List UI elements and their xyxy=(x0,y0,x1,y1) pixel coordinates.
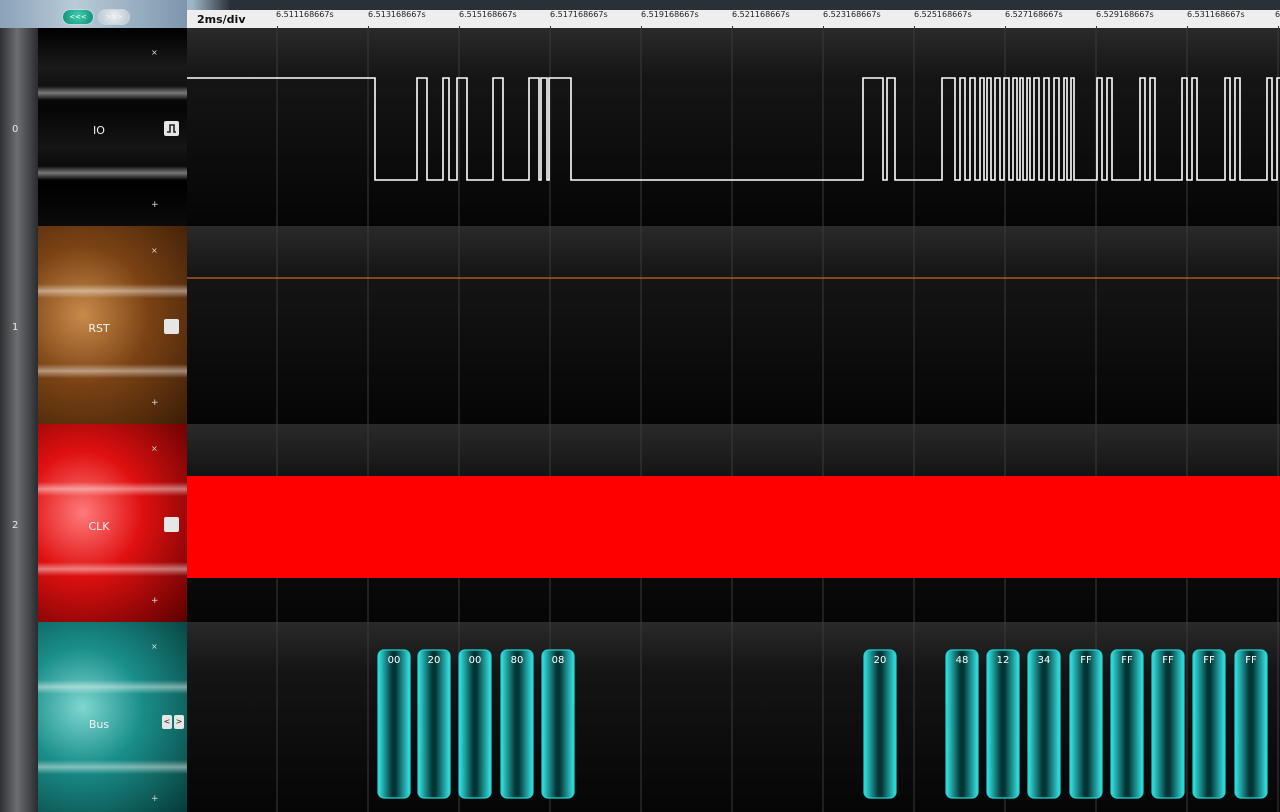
blank-toggle-icon[interactable] xyxy=(164,319,179,334)
ruler-tick-label: 6.519168667s xyxy=(641,10,699,19)
add-channel-button[interactable]: + xyxy=(151,794,159,804)
ruler-tick-label: 6.511168667s xyxy=(276,10,334,19)
channel-header[interactable]: × CLK + xyxy=(38,424,187,622)
channel-index: 0 xyxy=(12,124,19,135)
bus-packet-label: 34 xyxy=(1038,655,1051,666)
bus-packet-label: 08 xyxy=(552,655,565,666)
bus-packet[interactable] xyxy=(986,649,1020,799)
bus-packet[interactable] xyxy=(1234,649,1268,799)
bus-packet-label: FF xyxy=(1080,655,1092,666)
remove-channel-button[interactable]: × xyxy=(151,48,158,57)
channel-drag-handle[interactable] xyxy=(0,622,39,812)
nav-area: <<< >>> xyxy=(0,0,187,28)
channel-header[interactable]: × RST + xyxy=(38,226,187,424)
header-shine xyxy=(38,482,187,496)
bus-packet[interactable] xyxy=(1151,649,1185,799)
channel-name[interactable]: IO xyxy=(38,124,160,137)
bus-packet[interactable] xyxy=(863,649,897,799)
bus-packet-label: 48 xyxy=(956,655,969,666)
header-shine xyxy=(38,760,187,774)
bus-packet-label: 00 xyxy=(469,655,482,666)
channel-drag-handle[interactable]: 2 xyxy=(0,424,39,622)
header-shine xyxy=(38,562,187,576)
ruler-tick-label: 6.523168667s xyxy=(823,10,881,19)
ruler-tick-label: 6.517168667s xyxy=(550,10,608,19)
blank-toggle-icon[interactable] xyxy=(164,517,179,532)
bus-packet-label: 00 xyxy=(388,655,401,666)
remove-channel-button[interactable]: × xyxy=(151,642,158,651)
bus-packet-label: 20 xyxy=(874,655,887,666)
square-wave-icon[interactable] xyxy=(164,121,179,136)
bus-packet[interactable] xyxy=(1027,649,1061,799)
bus-packet[interactable] xyxy=(500,649,534,799)
bus-packet[interactable] xyxy=(417,649,451,799)
channel-io[interactable]: 0 × IO + xyxy=(0,28,187,226)
bus-packet[interactable] xyxy=(1110,649,1144,799)
scroll-back-button[interactable]: <<< xyxy=(62,9,94,25)
channel-index: 1 xyxy=(12,322,19,333)
bus-packet-label: FF xyxy=(1162,655,1174,666)
lane-io xyxy=(187,28,1280,226)
bus-packet-label: 20 xyxy=(428,655,441,666)
bus-packet[interactable] xyxy=(1192,649,1226,799)
bus-packet-label: 12 xyxy=(997,655,1010,666)
bus-packet-label: FF xyxy=(1203,655,1215,666)
channel-header[interactable]: × IO + xyxy=(38,28,187,226)
header-shine xyxy=(38,680,187,694)
bus-packet[interactable] xyxy=(377,649,411,799)
ruler-tick-label: 6.515168667s xyxy=(459,10,517,19)
lane-rst xyxy=(187,226,1280,424)
ruler-tick-label: 6.531168667s xyxy=(1187,10,1245,19)
channel-name[interactable]: RST xyxy=(38,322,160,335)
bus-right-button[interactable]: > xyxy=(174,715,184,729)
bus-packet[interactable] xyxy=(1069,649,1103,799)
time-scale-label[interactable]: 2ms/div xyxy=(197,13,246,26)
left-right-icon[interactable]: < > xyxy=(162,715,184,729)
channel-sidebar: 0 × IO + 1 × RST + 2 × CLK + × Bus < > + xyxy=(0,28,187,812)
ruler-tick-label: 6.521168667s xyxy=(732,10,790,19)
ruler-tick-label: 6.527168667s xyxy=(1005,10,1063,19)
clk-waveform xyxy=(187,476,1280,578)
bus-packet[interactable] xyxy=(945,649,979,799)
header-shine xyxy=(38,364,187,378)
channel-header[interactable]: × Bus < > + xyxy=(38,622,187,812)
channel-index: 2 xyxy=(12,520,19,531)
scroll-forward-button[interactable]: >>> xyxy=(98,9,130,25)
remove-channel-button[interactable]: × xyxy=(151,246,158,255)
ruler-tick-label: 6.513168667s xyxy=(368,10,426,19)
channel-drag-handle[interactable]: 0 xyxy=(0,28,39,226)
channel-bus[interactable]: × Bus < > + xyxy=(0,622,187,812)
bus-packet-label: FF xyxy=(1121,655,1133,666)
bus-packet-label: FF xyxy=(1245,655,1257,666)
channel-clk[interactable]: 2 × CLK + xyxy=(0,424,187,622)
channel-name[interactable]: CLK xyxy=(38,520,160,533)
ruler-tick-label: 6.525168667s xyxy=(914,10,972,19)
add-channel-button[interactable]: + xyxy=(151,596,159,606)
header-shine xyxy=(38,86,187,100)
ruler-tick-label: 6.529168667s xyxy=(1096,10,1154,19)
channel-rst[interactable]: 1 × RST + xyxy=(0,226,187,424)
bus-packet[interactable] xyxy=(458,649,492,799)
waveform-area[interactable]: 00 20 00 80 08 20 48 12 34 FF FF FF FF FF xyxy=(187,28,1280,812)
ruler-tick-label: 6 xyxy=(1275,10,1280,19)
header-shine xyxy=(38,284,187,298)
bus-left-button[interactable]: < xyxy=(162,715,172,729)
add-channel-button[interactable]: + xyxy=(151,200,159,210)
header-shine xyxy=(38,166,187,180)
channel-drag-handle[interactable]: 1 xyxy=(0,226,39,424)
bus-packet-label: 80 xyxy=(511,655,524,666)
remove-channel-button[interactable]: × xyxy=(151,444,158,453)
add-channel-button[interactable]: + xyxy=(151,398,159,408)
bus-packet[interactable] xyxy=(541,649,575,799)
channel-name[interactable]: Bus xyxy=(38,718,160,731)
